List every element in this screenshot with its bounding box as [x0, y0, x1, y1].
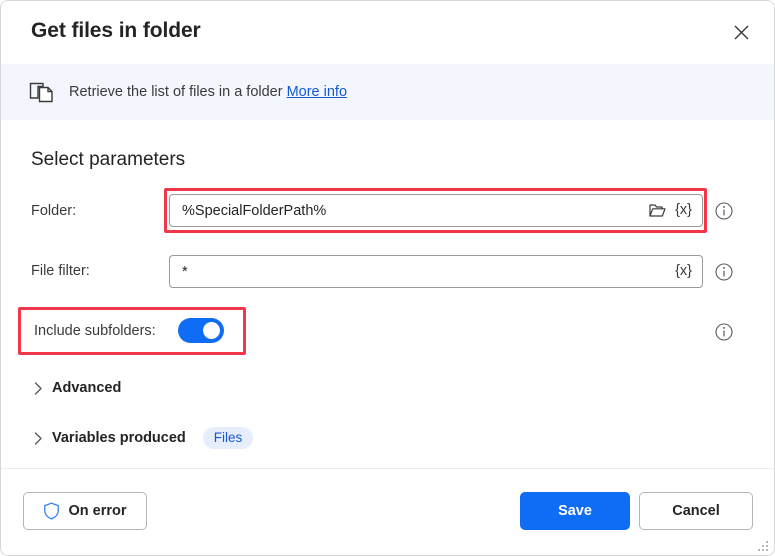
get-files-in-folder-dialog: Get files in folder Retrieve the list of…: [0, 0, 775, 556]
on-error-button-label: On error: [68, 503, 126, 519]
file-filter-input-adornments: {x}: [675, 264, 696, 279]
more-info-link[interactable]: More info: [287, 84, 347, 100]
include-subfolders-toggle[interactable]: [178, 318, 224, 343]
page-title: Get files in folder: [31, 19, 201, 43]
advanced-expander-label: Advanced: [52, 380, 121, 396]
folder-open-button[interactable]: [649, 203, 666, 218]
close-icon: [733, 24, 750, 41]
folder-open-icon: [649, 203, 666, 218]
cancel-button[interactable]: Cancel: [639, 492, 753, 530]
shield-icon: [43, 502, 60, 520]
toggle-knob: [203, 322, 220, 339]
advanced-expander[interactable]: Advanced: [34, 380, 121, 396]
folder-input-adornments: {x}: [649, 203, 696, 218]
variable-picker-button[interactable]: {x}: [675, 264, 692, 279]
dialog-titlebar: Get files in folder: [1, 1, 774, 64]
on-error-button[interactable]: On error: [23, 492, 147, 530]
file-filter-field-label: File filter:: [31, 263, 90, 279]
save-button[interactable]: Save: [520, 492, 630, 530]
info-banner: Retrieve the list of files in a folder M…: [1, 64, 774, 120]
section-title: Select parameters: [31, 149, 185, 171]
dialog-body: Select parameters Folder: %SpecialFolder…: [1, 120, 774, 468]
include-subfolders-info-icon[interactable]: [715, 323, 733, 341]
variables-produced-expander[interactable]: Variables produced Files: [34, 427, 253, 449]
file-filter-input[interactable]: * {x}: [169, 255, 703, 288]
file-filter-info-icon[interactable]: [715, 263, 733, 281]
banner-text: Retrieve the list of files in a folder: [69, 84, 283, 100]
file-filter-input-value: *: [182, 264, 675, 280]
folder-info-icon[interactable]: [715, 202, 733, 220]
cancel-button-label: Cancel: [672, 503, 720, 519]
close-button[interactable]: [721, 13, 761, 51]
variables-produced-expander-label: Variables produced: [52, 430, 186, 446]
include-subfolders-label: Include subfolders:: [34, 323, 156, 339]
dialog-footer: On error Save Cancel: [1, 468, 774, 556]
resize-grip-icon[interactable]: [756, 539, 770, 553]
folder-files-icon: [29, 80, 55, 104]
folder-field-label: Folder:: [31, 203, 76, 219]
chevron-right-icon: [34, 432, 43, 445]
save-button-label: Save: [558, 503, 592, 519]
folder-input-value: %SpecialFolderPath%: [182, 203, 649, 219]
folder-input[interactable]: %SpecialFolderPath% {x}: [169, 194, 703, 227]
chevron-right-icon: [34, 382, 43, 395]
variable-badge-files[interactable]: Files: [203, 427, 254, 449]
variable-picker-button[interactable]: {x}: [675, 203, 692, 218]
